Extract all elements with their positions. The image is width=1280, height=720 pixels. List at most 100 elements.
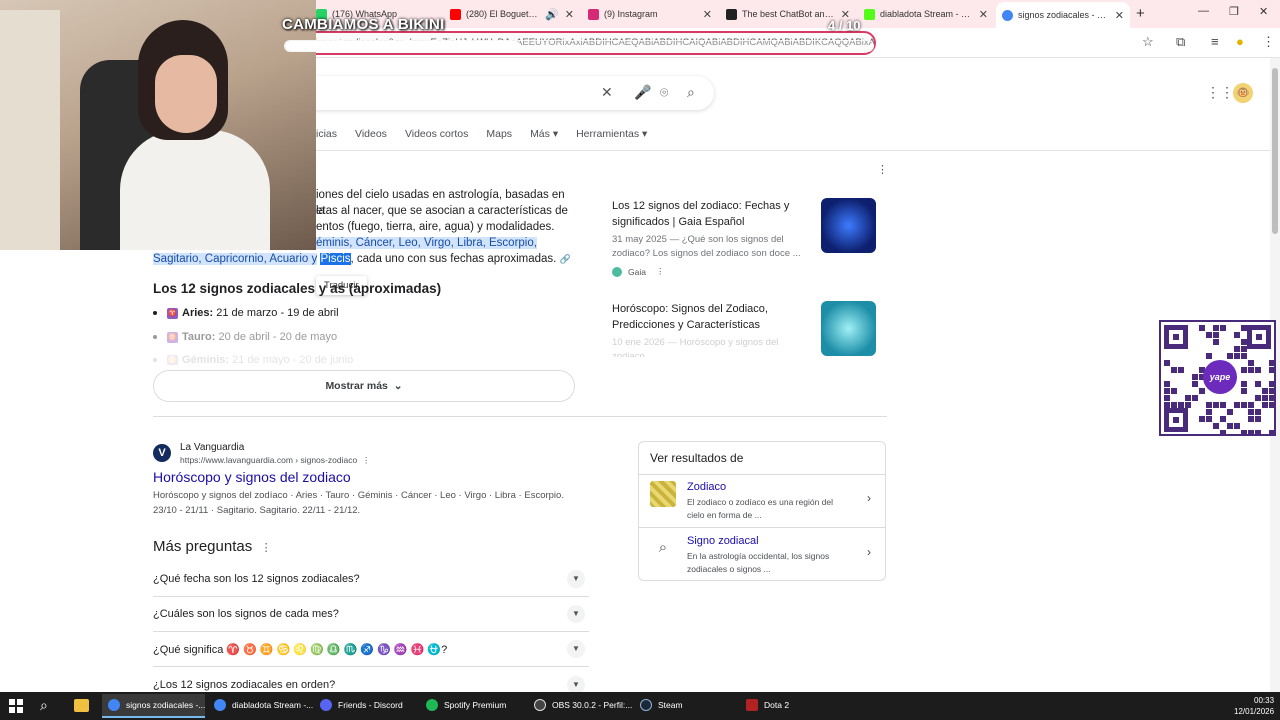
minimize-button[interactable]: — [1198, 5, 1209, 17]
steam-icon [640, 699, 652, 711]
avatar[interactable]: 🐵 [1233, 83, 1253, 103]
tab-short-videos[interactable]: Videos cortos [405, 128, 468, 140]
zodiac-wheel-thumbnail[interactable] [821, 198, 876, 253]
chevron-down-icon[interactable]: ▼ [567, 570, 585, 588]
google-apps-icon[interactable]: ⋮⋮ [1206, 84, 1234, 101]
microphone-icon[interactable]: 🎤 [634, 84, 651, 101]
search-icon[interactable]: ⌕ [687, 84, 695, 101]
stream-goal-progress [284, 40, 874, 52]
audio-playing-icon[interactable]: 🔊 [545, 8, 559, 21]
close-tab-icon[interactable]: ✕ [565, 8, 574, 21]
webcam-overlay [0, 0, 316, 250]
lens-icon[interactable]: ⌾ [660, 84, 668, 101]
tab-tools[interactable]: Herramientas ▾ [576, 128, 647, 140]
card-title[interactable]: Horóscopo: Signos del Zodiaco, Prediccio… [612, 301, 812, 333]
qr-module [1234, 402, 1240, 408]
question-row[interactable]: ¿Cuáles son los signos de cada mes? ▼ [153, 597, 589, 632]
sign-dates: 21 de marzo - 19 de abril [216, 307, 339, 319]
card-snippet: 31 may 2025 — ¿Qué son los signos del zo… [612, 234, 801, 259]
close-tab-icon[interactable]: ✕ [1115, 9, 1124, 22]
qr-module [1241, 325, 1247, 331]
side-result-card[interactable]: Horóscopo: Signos del Zodiaco, Prediccio… [603, 301, 885, 357]
media-control-icon[interactable]: ≡ [1211, 34, 1219, 49]
tab-news[interactable]: icias [316, 128, 337, 140]
close-tab-icon[interactable]: ✕ [979, 8, 988, 21]
taskbar-app-spotify[interactable]: Spotify Premium [420, 694, 523, 718]
taskbar-app-steam[interactable]: Steam [634, 694, 737, 718]
file-explorer-icon[interactable] [74, 699, 89, 712]
tab-google-search[interactable]: signos zodiacales - Busca ✕ [996, 2, 1130, 28]
see-results-item-title[interactable]: Signo zodiacal [687, 535, 759, 547]
chevron-down-icon[interactable]: ▼ [567, 640, 585, 658]
question-row[interactable]: ¿Qué significa ♈ ♉ ♊ ♋ ♌ ♍ ♎ ♏ ♐ ♑ ♒ ♓ ⛎… [153, 632, 589, 667]
tab-youtube[interactable]: (280) El Bogueto , Yer 🔊 ✕ [444, 3, 580, 25]
chevron-down-icon[interactable]: ▼ [567, 605, 585, 623]
clock-date: 12/01/2026 [1234, 707, 1275, 716]
extensions-icon[interactable]: ⧉ [1176, 34, 1185, 50]
close-window-button[interactable]: ✕ [1259, 5, 1268, 18]
qr-module [1255, 395, 1261, 401]
taskbar-app-label: signos zodiacales -... [126, 700, 206, 710]
taskbar-app-chrome-search[interactable]: signos zodiacales -... [102, 694, 205, 718]
clear-search-icon[interactable]: ✕ [601, 84, 613, 101]
result-title-link[interactable]: Horóscopo y signos del zodiaco [153, 469, 351, 485]
side-result-card[interactable]: Los 12 signos del zodiaco: Fechas y sign… [603, 188, 885, 282]
qr-module [1241, 367, 1247, 373]
close-tab-icon[interactable]: ✕ [703, 8, 712, 21]
qr-module [1171, 367, 1177, 373]
result-site-name[interactable]: La Vanguardia [180, 442, 244, 453]
qr-module [1248, 360, 1254, 366]
selected-text-focus: Piscis [320, 253, 351, 265]
restore-button[interactable]: ❐ [1229, 5, 1239, 18]
new-tab-button[interactable]: + [1136, 5, 1145, 22]
tab-kick[interactable]: diabladota Stream - Wat ✕ [858, 3, 994, 25]
chrome-icon [214, 699, 226, 711]
qr-module [1269, 367, 1274, 373]
tab-videos[interactable]: Videos [355, 128, 387, 140]
tab-more[interactable]: Más ▾ [530, 128, 558, 140]
google-icon [1002, 9, 1013, 21]
question-row[interactable]: ¿Qué fecha son los 12 signos zodiacales?… [153, 562, 589, 597]
qr-module [1220, 402, 1226, 408]
gaia-icon [612, 266, 622, 277]
obs-icon [534, 699, 546, 711]
question-text: ¿Los 12 signos zodiacales en orden? [153, 678, 336, 691]
taskbar-app-dota[interactable]: Dota 2 [740, 694, 843, 718]
qr-module [1213, 332, 1219, 338]
chevron-down-icon[interactable]: ▼ [567, 675, 585, 694]
more-options-icon[interactable]: ⋮ [362, 455, 371, 465]
more-options-icon[interactable]: ⋮ [877, 163, 888, 176]
qr-module [1220, 430, 1226, 434]
show-more-button[interactable]: Mostrar más ⌄ [153, 370, 575, 402]
qr-module [1192, 395, 1198, 401]
qr-module [1234, 332, 1240, 338]
more-options-icon[interactable]: ⋮ [261, 542, 272, 554]
tab-instagram[interactable]: (9) Instagram ✕ [582, 3, 718, 25]
windows-start-icon[interactable] [9, 699, 23, 713]
qr-module [1199, 416, 1205, 422]
see-results-item-signo[interactable]: ⌕ Signo zodiacal En la astrología occide… [639, 535, 885, 587]
search-input[interactable]: ✕ 🎤 ⌾ ⌕ [300, 76, 714, 110]
scrollbar-thumb[interactable] [1272, 68, 1278, 234]
more-options-icon[interactable]: ⋮ [656, 266, 665, 277]
taskbar-app-chrome-stream[interactable]: diabladota Stream -... [208, 694, 313, 718]
qr-module [1269, 430, 1274, 434]
menu-icon[interactable]: ⋮ [1262, 34, 1275, 50]
profile-icon[interactable]: ● [1236, 34, 1244, 49]
see-results-item-zodiaco[interactable]: Zodiaco El zodiaco o zodíaco es una regi… [639, 481, 885, 533]
taskbar-app-obs[interactable]: OBS 30.0.2 - Perfil:... [528, 694, 632, 718]
see-results-item-title[interactable]: Zodiaco [687, 481, 726, 493]
link-icon[interactable]: 🔗 [560, 254, 571, 264]
system-clock[interactable]: 00:33 12/01/2026 [1234, 695, 1274, 717]
qr-module [1164, 360, 1170, 366]
bookmark-star-icon[interactable]: ☆ [1142, 34, 1154, 50]
youtube-icon [450, 8, 461, 20]
taskbar-app-discord[interactable]: Friends - Discord [314, 694, 417, 718]
taurus-icon: ♉ [167, 331, 178, 343]
qr-module [1241, 388, 1247, 394]
card-title[interactable]: Los 12 signos del zodiaco: Fechas y sign… [612, 198, 812, 230]
taurus-thumbnail[interactable] [821, 301, 876, 356]
taskbar-search-icon[interactable]: ⌕ [40, 697, 48, 714]
tab-maps[interactable]: Maps [486, 128, 512, 140]
result-url[interactable]: https://www.lavanguardia.com › signos-zo… [180, 455, 370, 466]
